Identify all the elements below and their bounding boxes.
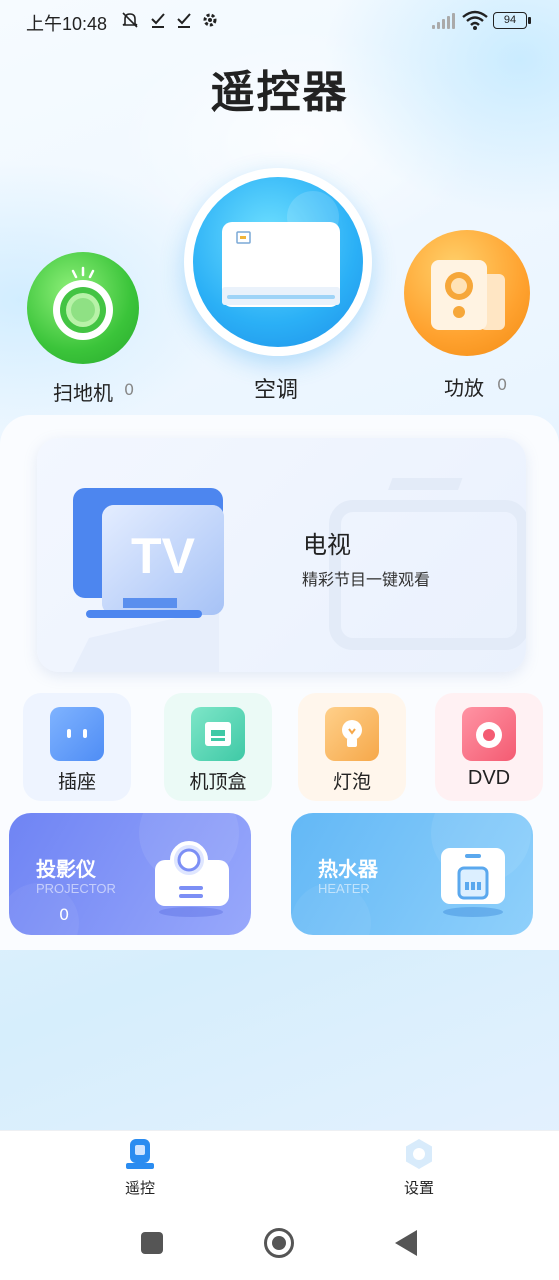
sweeper-device-button[interactable] bbox=[27, 252, 139, 364]
water-heater-icon bbox=[441, 848, 505, 917]
system-nav-bar bbox=[0, 1210, 559, 1280]
status-bar: 上午10:48 94 bbox=[0, 0, 559, 42]
tab-settings-label: 设置 bbox=[403, 1179, 434, 1197]
projector-card[interactable]: 投影仪 PROJECTOR 0 bbox=[9, 813, 251, 935]
robot-vacuum-icon bbox=[53, 266, 113, 340]
tv-subtitle: 精彩节目一键观看 bbox=[302, 570, 431, 589]
battery-indicator: 94 bbox=[493, 12, 531, 29]
tab-settings[interactable]: 设置 bbox=[369, 1131, 469, 1211]
settop-box-card[interactable]: 机顶盒 bbox=[164, 693, 272, 801]
tab-remote[interactable]: 遥控 bbox=[90, 1131, 190, 1211]
sweeper-label: 扫地机 bbox=[53, 381, 113, 405]
air-conditioner-icon bbox=[222, 191, 340, 307]
tv-icon: TV bbox=[72, 488, 224, 672]
bulb-icon bbox=[325, 707, 379, 761]
remote-icon bbox=[126, 1139, 154, 1169]
check-icon bbox=[150, 10, 166, 34]
wifi-icon bbox=[462, 9, 488, 31]
settop-box-label: 机顶盒 bbox=[189, 771, 247, 793]
gear-icon bbox=[201, 10, 219, 34]
tv-title: 电视 bbox=[303, 531, 351, 559]
speaker-icon bbox=[431, 260, 505, 330]
sweeper-count: 0 bbox=[124, 380, 135, 399]
status-time: 上午10:48 bbox=[26, 14, 108, 34]
dvd-icon bbox=[462, 707, 516, 761]
settings-icon bbox=[406, 1139, 432, 1169]
projector-subtitle: PROJECTOR bbox=[36, 881, 116, 896]
bulb-label: 灯泡 bbox=[332, 771, 371, 793]
bulb-card[interactable]: 灯泡 bbox=[298, 693, 406, 801]
check-icon bbox=[176, 10, 192, 34]
amplifier-count: 0 bbox=[497, 375, 508, 394]
home-button[interactable] bbox=[264, 1228, 294, 1258]
amplifier-device-button[interactable] bbox=[404, 230, 530, 356]
projector-icon bbox=[155, 841, 229, 917]
heater-title: 热水器 bbox=[318, 857, 378, 881]
ac-label: 空调 bbox=[254, 378, 299, 403]
projector-count: 0 bbox=[59, 905, 70, 924]
heater-card[interactable]: 热水器 HEATER bbox=[291, 813, 533, 935]
page-title: 遥控器 bbox=[210, 67, 349, 118]
amplifier-label: 功放 bbox=[444, 376, 484, 400]
socket-label: 插座 bbox=[57, 771, 96, 793]
tv-card[interactable]: TV bbox=[37, 438, 526, 672]
recents-button[interactable] bbox=[141, 1232, 163, 1254]
svg-text:TV: TV bbox=[131, 528, 196, 584]
tab-remote-label: 遥控 bbox=[124, 1179, 155, 1197]
settop-box-icon bbox=[191, 707, 245, 761]
signal-icon bbox=[432, 13, 456, 29]
socket-icon bbox=[50, 707, 104, 761]
dvd-label: DVD bbox=[467, 767, 511, 789]
dvd-card[interactable]: DVD bbox=[435, 693, 543, 801]
bottom-nav: 遥控 设置 bbox=[0, 1130, 559, 1210]
ac-device-button[interactable] bbox=[184, 168, 372, 356]
socket-card[interactable]: 插座 bbox=[23, 693, 131, 801]
back-button[interactable] bbox=[395, 1230, 417, 1256]
bell-muted-icon bbox=[120, 10, 140, 34]
heater-subtitle: HEATER bbox=[318, 881, 370, 896]
projector-title: 投影仪 bbox=[36, 857, 96, 881]
